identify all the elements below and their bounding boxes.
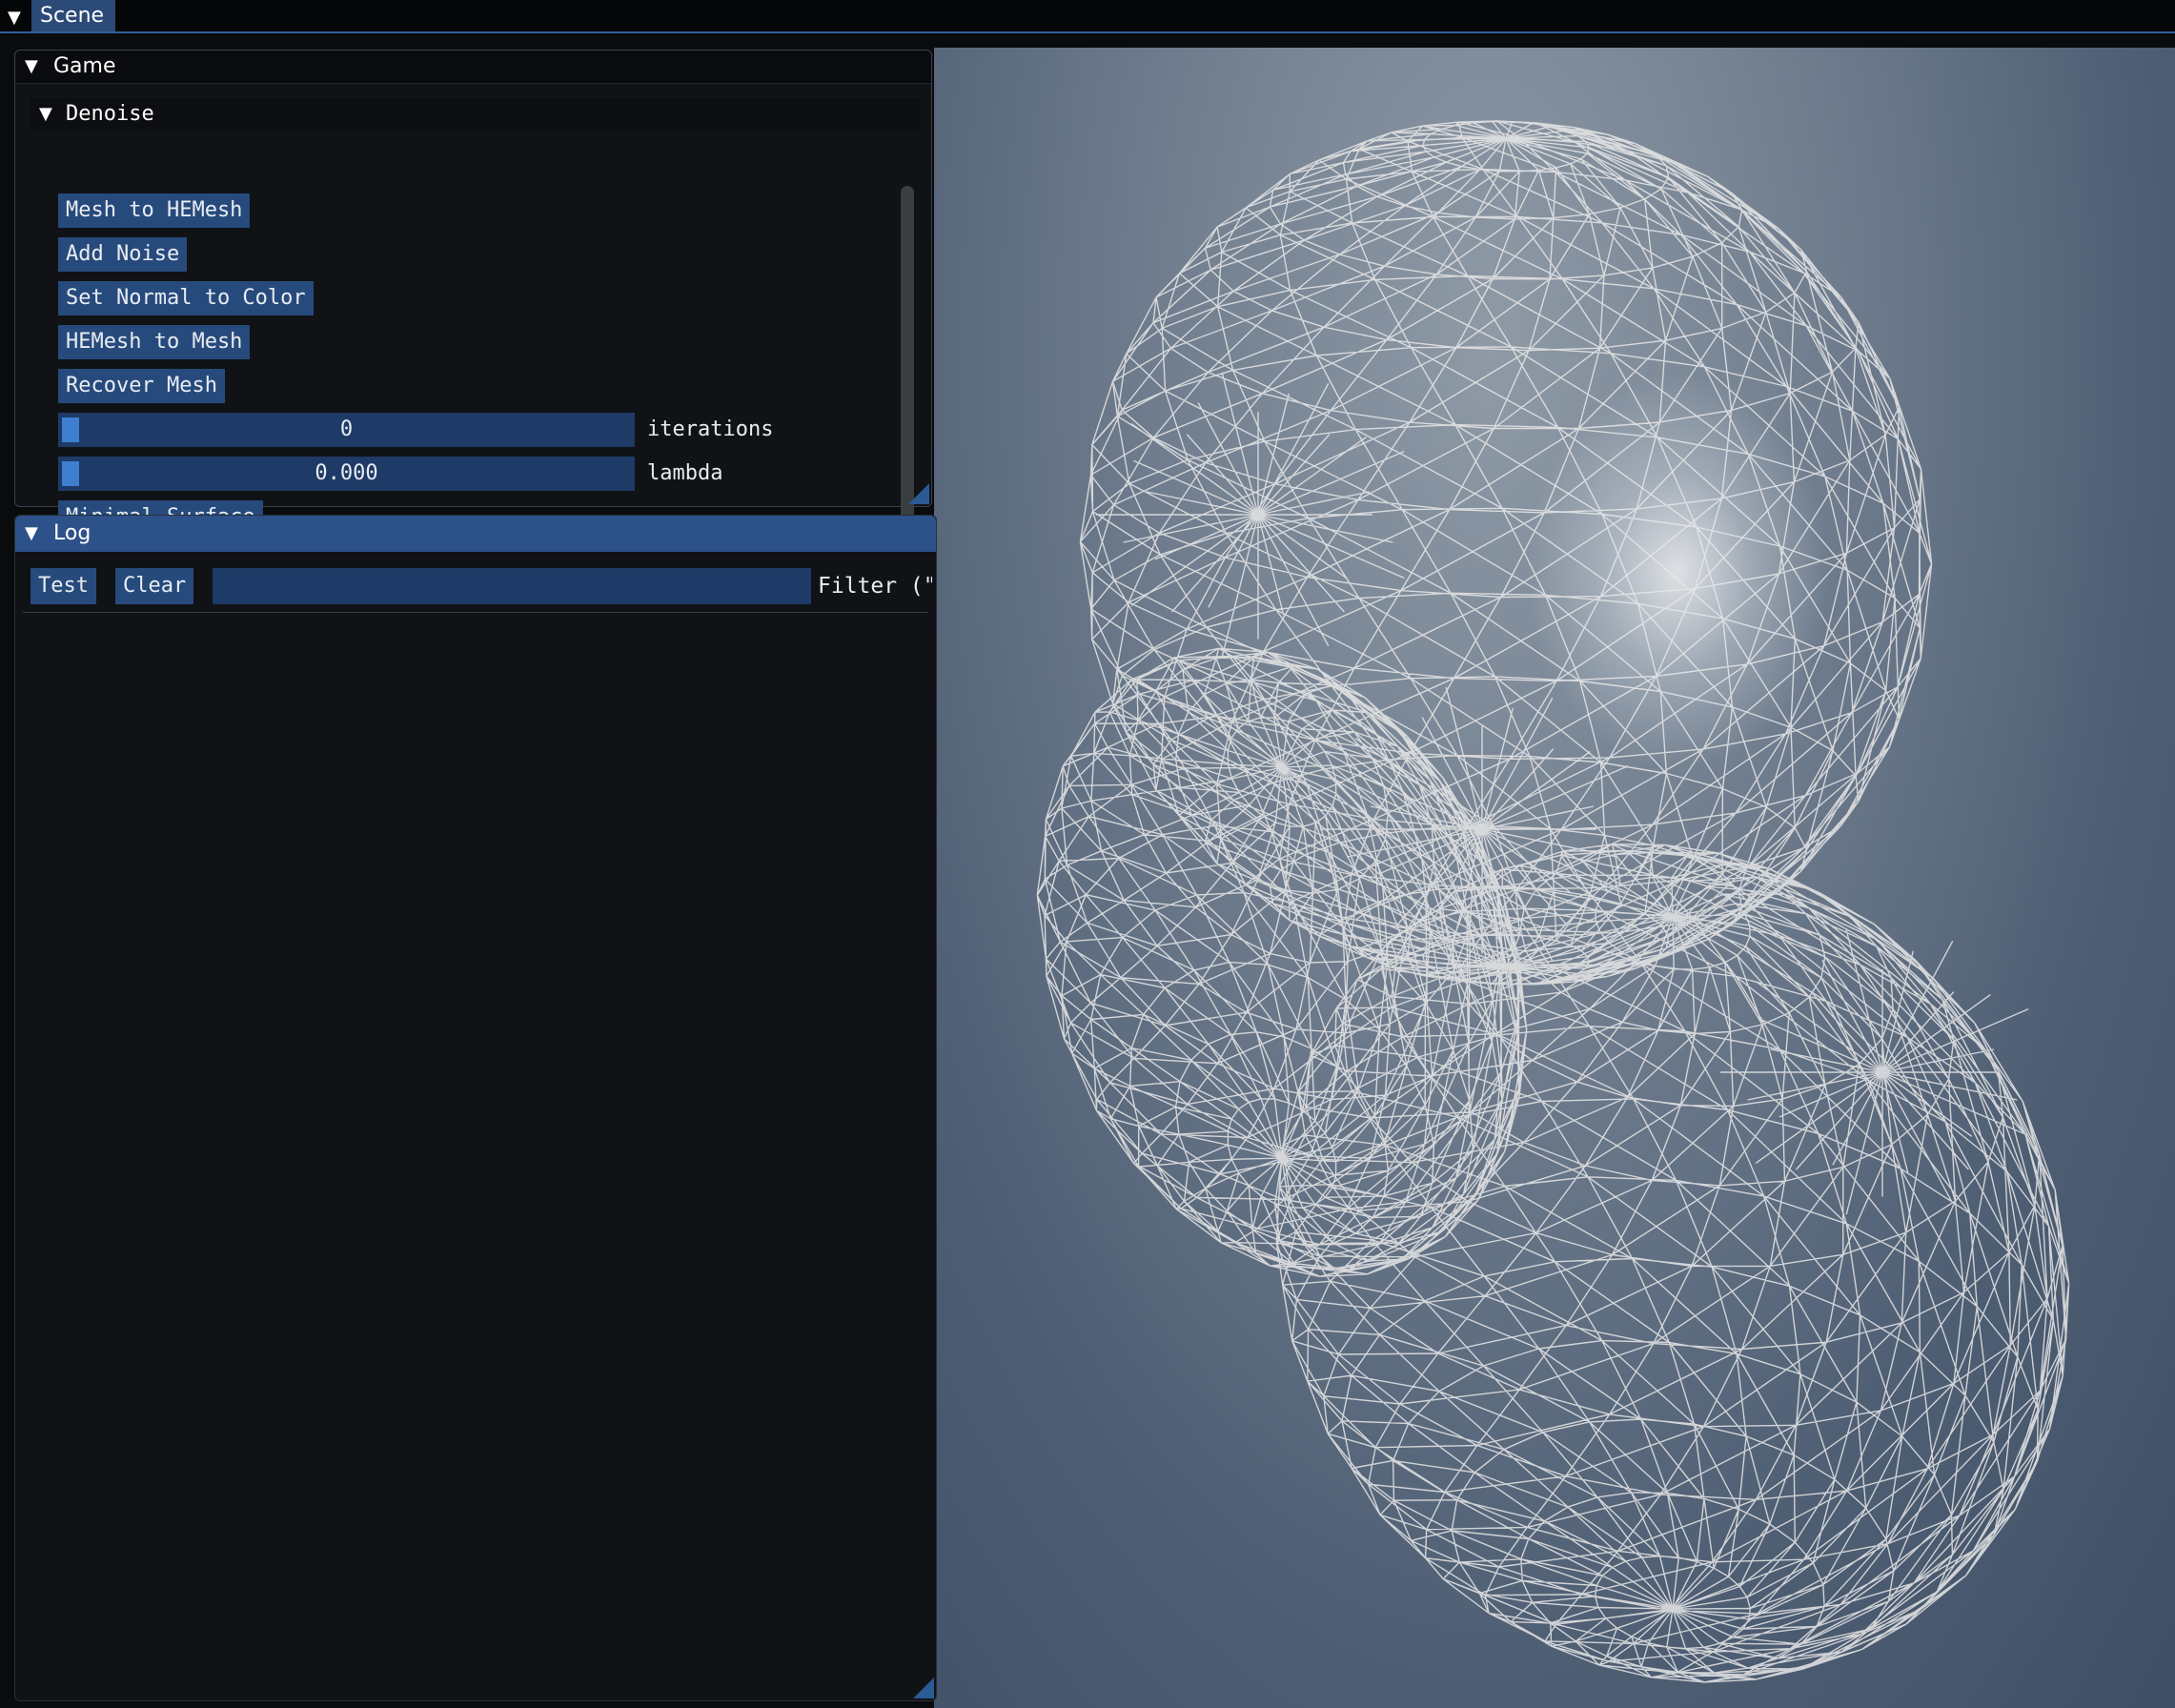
set-normal-to-color-button[interactable]: Set Normal to Color (58, 281, 314, 315)
recover-mesh-button[interactable]: Recover Mesh (58, 369, 225, 403)
game-window-titlebar[interactable]: ▼ Game (15, 51, 931, 84)
add-noise-button[interactable]: Add Noise (58, 237, 188, 272)
resize-grip[interactable] (908, 483, 929, 504)
wireframe-edges (1036, 120, 2070, 1683)
iterations-label: iterations (647, 417, 774, 441)
log-window-title: Log (53, 521, 91, 545)
test-button[interactable]: Test (30, 568, 96, 604)
collapse-triangle-icon[interactable]: ▼ (25, 51, 38, 83)
top-menu-bar: ▼ Scene (0, 0, 2175, 33)
iterations-slider[interactable]: 0 (58, 413, 635, 447)
hemesh-to-mesh-button[interactable]: HEMesh to Mesh (58, 325, 251, 359)
lambda-slider[interactable]: 0.000 (58, 457, 635, 491)
game-window-title: Game (53, 54, 116, 78)
denoise-title: Denoise (66, 102, 154, 126)
log-output-area[interactable] (23, 615, 928, 1672)
scene-viewport[interactable] (934, 48, 2175, 1708)
collapse-triangle-icon[interactable]: ▼ (8, 8, 21, 28)
log-separator (23, 612, 928, 613)
collapse-triangle-icon[interactable]: ▼ (25, 516, 38, 552)
log-window-titlebar[interactable]: ▼ Log (15, 516, 936, 552)
scene-tab[interactable]: Scene (31, 0, 115, 31)
denoise-section: Mesh to HEMesh Add Noise Set Normal to C… (30, 131, 921, 535)
iterations-value: 0 (339, 417, 354, 441)
mesh-to-hemesh-button[interactable]: Mesh to HEMesh (58, 193, 251, 228)
denoise-header[interactable]: ▼ Denoise (30, 98, 921, 131)
lambda-value: 0.000 (315, 461, 378, 485)
log-window: ▼ Log Test Clear Filter ("inc (14, 515, 937, 1701)
collapse-triangle-icon[interactable]: ▼ (39, 98, 52, 131)
game-window: ▼ Game ▼ Denoise Mesh to HEMesh Add Nois… (14, 50, 932, 539)
filter-input[interactable] (213, 568, 811, 604)
wireframe-mesh (1036, 120, 2070, 1683)
lambda-label: lambda (647, 461, 723, 485)
filter-label: Filter ("inc (818, 574, 932, 599)
resize-grip[interactable] (913, 1678, 934, 1698)
clear-button[interactable]: Clear (115, 568, 194, 604)
